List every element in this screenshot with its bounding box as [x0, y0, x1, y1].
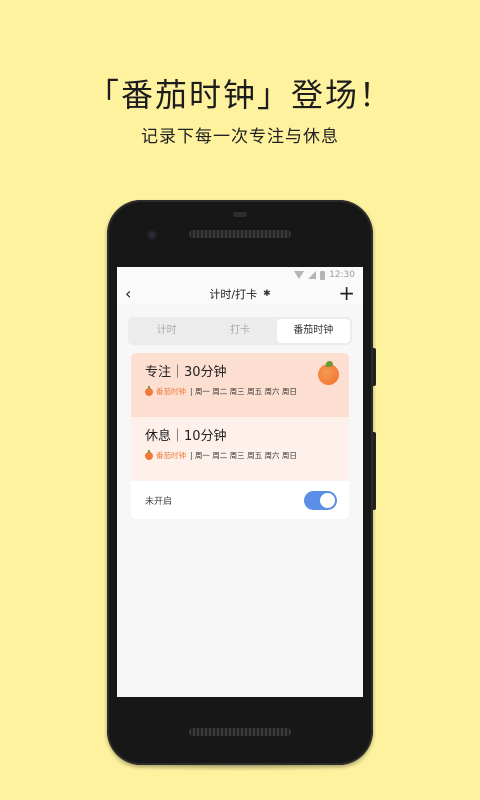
back-icon[interactable]: ‹ — [125, 285, 131, 303]
app-bar: ‹ 计时/打卡 ✱ + — [117, 282, 363, 305]
promo-subline: 记录下每一次专注与休息 — [141, 127, 339, 147]
wifi-icon — [294, 271, 305, 279]
status-time: 12:30 — [329, 270, 355, 280]
tomato-icon — [145, 449, 153, 460]
phone-earpiece — [189, 230, 291, 238]
session-days: | 周一 周二 周三 周五 周六 周日 — [190, 451, 297, 460]
add-icon[interactable]: + — [338, 282, 355, 304]
enable-row: 未开启 — [131, 481, 349, 519]
promo-headline: 「番茄时钟」登场！ — [86, 76, 393, 114]
session-title: 休息｜10分钟 — [145, 429, 227, 444]
battery-icon — [320, 270, 326, 280]
enable-toggle[interactable] — [304, 490, 337, 510]
session-rest-row[interactable]: 休息｜10分钟 番茄时钟 | 周一 周二 周三 周五 周六 周日 — [131, 417, 349, 481]
tomato-icon — [145, 385, 153, 396]
session-tag: 番茄时钟 — [156, 451, 186, 460]
app-screen: 12:30 ‹ 计时/打卡 ✱ + 计时 打卡 番茄时钟 专注｜30分钟 番茄时… — [117, 267, 363, 697]
pomodoro-card: 专注｜30分钟 番茄时钟 | 周一 周二 周三 周五 周六 周日 休息｜10分钟… — [131, 353, 349, 481]
session-meta: 番茄时钟 | 周一 周二 周三 周五 周六 周日 — [145, 449, 335, 461]
session-days: | 周一 周二 周三 周五 周六 周日 — [190, 387, 297, 396]
tab-timer[interactable]: 计时 — [130, 319, 203, 343]
enable-label: 未开启 — [145, 496, 173, 507]
bluetooth-icon: ✱ — [263, 289, 271, 299]
phone-bottom-speaker — [189, 728, 291, 736]
tab-pomodoro[interactable]: 番茄时钟 — [276, 319, 350, 343]
toggle-knob — [320, 492, 335, 508]
session-tag: 番茄时钟 — [156, 387, 186, 396]
tomato-icon — [318, 361, 339, 385]
status-bar: 12:30 — [117, 267, 363, 283]
session-meta: 番茄时钟 | 周一 周二 周三 周五 周六 周日 — [145, 385, 335, 397]
tab-checkin[interactable]: 打卡 — [203, 319, 276, 343]
session-focus-row[interactable]: 专注｜30分钟 番茄时钟 | 周一 周二 周三 周五 周六 周日 — [131, 353, 349, 417]
signal-icon — [308, 271, 317, 279]
segmented-tabs: 计时 打卡 番茄时钟 — [128, 317, 352, 345]
page-title: 计时/打卡 — [209, 288, 258, 301]
front-camera-icon — [147, 230, 157, 240]
phone-frame: 12:30 ‹ 计时/打卡 ✱ + 计时 打卡 番茄时钟 专注｜30分钟 番茄时… — [107, 200, 373, 765]
session-title: 专注｜30分钟 — [145, 365, 227, 380]
phone-sensor — [233, 212, 247, 217]
